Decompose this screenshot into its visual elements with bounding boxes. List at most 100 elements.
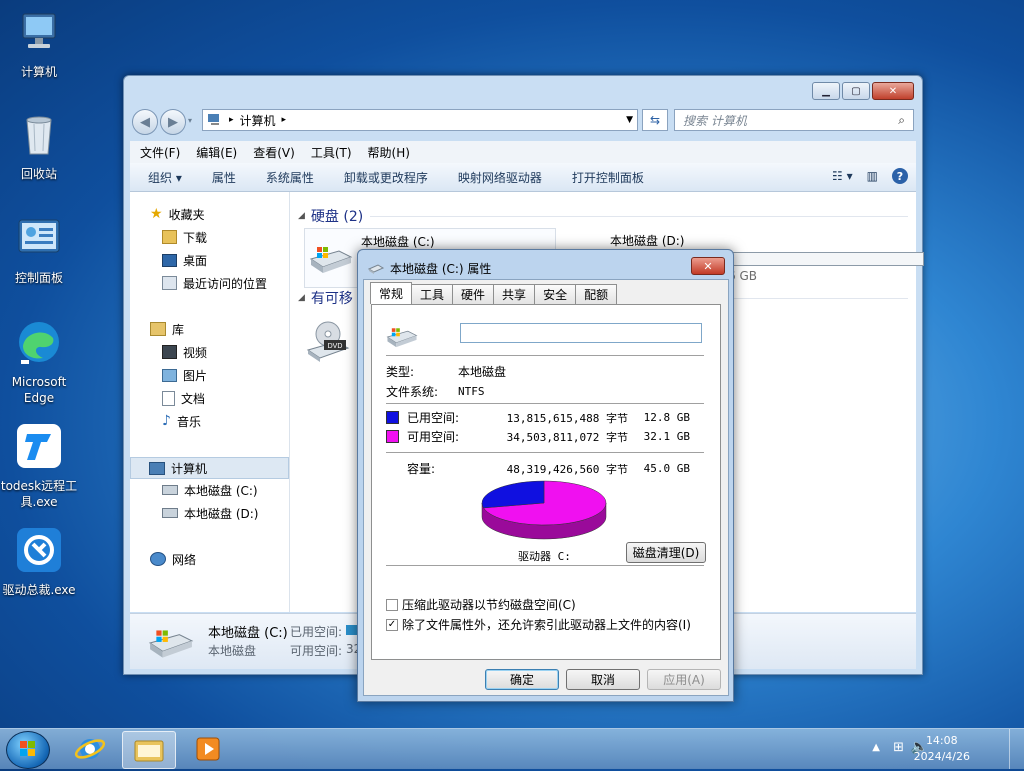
- details-used-label: 已用空间:: [290, 625, 343, 639]
- view-options-icon[interactable]: ☷ ▾: [832, 169, 853, 183]
- desktop-icon-todesk[interactable]: todesk远程工具.exe: [0, 422, 78, 510]
- close-button[interactable]: ✕: [872, 82, 914, 100]
- nav-item-videos[interactable]: 视频: [162, 342, 289, 362]
- filesystem-row: 文件系统: NTFS: [386, 383, 485, 400]
- forward-button[interactable]: ▶: [160, 109, 186, 135]
- organize-button[interactable]: 组织 ▾: [148, 169, 182, 186]
- menu-tools[interactable]: 工具(T): [311, 144, 352, 161]
- details-name: 本地磁盘 (C:): [208, 626, 288, 641]
- dialog-titlebar[interactable]: 本地磁盘 (C:) 属性: [368, 260, 491, 277]
- nav-label: 视频: [183, 345, 208, 360]
- preview-pane-icon[interactable]: ▥: [867, 169, 878, 183]
- open-control-panel-button[interactable]: 打开控制面板: [572, 169, 644, 186]
- index-checkbox[interactable]: ✓: [386, 618, 398, 631]
- tab-tools[interactable]: 工具: [411, 284, 454, 304]
- dialog-close-button[interactable]: ✕: [691, 257, 725, 275]
- desktop-icon-control-panel[interactable]: 控制面板: [0, 214, 78, 286]
- network-icon: [150, 552, 166, 566]
- recent-places-icon: [162, 276, 177, 290]
- show-hidden-icons[interactable]: ▲: [872, 742, 880, 753]
- nav-item-pictures[interactable]: 图片: [162, 365, 289, 385]
- group-header-hdd[interactable]: ◢ 硬盘 (2): [298, 206, 363, 226]
- tab-sharing[interactable]: 共享: [493, 284, 536, 304]
- tab-hardware[interactable]: 硬件: [452, 284, 495, 304]
- search-input[interactable]: 搜索 计算机 ⌕: [674, 109, 914, 131]
- ok-button[interactable]: 确定: [485, 669, 559, 690]
- system-properties-button[interactable]: 系统属性: [266, 169, 314, 186]
- properties-dialog: 本地磁盘 (C:) 属性 ✕ 常规 工具 硬件 共享 安全 配额 类型: 本地磁…: [357, 249, 734, 702]
- desktop-icon-driver-tool[interactable]: 驱动总裁.exe: [0, 526, 78, 598]
- free-space-label: 可用空间:: [407, 430, 460, 444]
- nav-item-downloads[interactable]: 下载: [162, 227, 289, 247]
- free-space-swatch: [386, 430, 399, 443]
- minimize-button[interactable]: ▁: [812, 82, 840, 100]
- recent-pages-icon[interactable]: ▾: [188, 116, 192, 125]
- index-option-row[interactable]: ✓ 除了文件属性外，还允许索引此驱动器上文件的内容(I): [386, 616, 691, 633]
- nav-item-music[interactable]: ♪ 音乐: [162, 411, 289, 431]
- nav-network[interactable]: 网络: [150, 549, 289, 569]
- group-title: 有可移: [310, 291, 353, 307]
- breadcrumb-computer[interactable]: 计算机: [240, 112, 276, 129]
- view-controls: ☷ ▾ ▥ ?: [832, 168, 908, 184]
- nav-favorites[interactable]: ★ 收藏夹: [150, 204, 289, 224]
- tab-security[interactable]: 安全: [534, 284, 577, 304]
- desktop-icon-edge[interactable]: Microsoft Edge: [0, 318, 78, 406]
- collapse-icon: ◢: [298, 211, 305, 221]
- nav-item-desktop[interactable]: 桌面: [162, 250, 289, 270]
- windows-logo-icon: [20, 741, 35, 756]
- nav-item-recent[interactable]: 最近访问的位置: [162, 273, 289, 293]
- hard-drive-windows-icon: [386, 328, 418, 348]
- compress-option-row[interactable]: 压缩此驱动器以节约磁盘空间(C): [386, 596, 576, 613]
- media-player-icon: [196, 737, 220, 761]
- capacity-size: 45.0 GB: [643, 462, 690, 475]
- free-space-bytes: 34,503,811,072 字节: [506, 430, 628, 444]
- tab-general[interactable]: 常规: [370, 282, 413, 304]
- menu-view[interactable]: 查看(V): [253, 144, 295, 161]
- desktop-icon-label: 回收站: [20, 167, 57, 181]
- maximize-button[interactable]: ▢: [842, 82, 870, 100]
- menu-help[interactable]: 帮助(H): [368, 144, 410, 161]
- help-icon[interactable]: ?: [892, 168, 908, 184]
- internet-explorer-icon: [74, 739, 106, 759]
- chevron-down-icon[interactable]: ▼: [626, 115, 633, 125]
- apply-button[interactable]: 应用(A): [647, 669, 721, 690]
- general-tab-panel: 类型: 本地磁盘 文件系统: NTFS 已用空间: 13,815,615,488…: [371, 304, 721, 660]
- compress-checkbox[interactable]: [386, 598, 398, 611]
- drive-d-name[interactable]: 本地磁盘 (D:): [610, 232, 684, 249]
- map-network-drive-button[interactable]: 映射网络驱动器: [458, 169, 542, 186]
- back-button[interactable]: ◀: [132, 109, 158, 135]
- menu-file[interactable]: 文件(F): [140, 144, 180, 161]
- nav-label: 下载: [183, 230, 208, 245]
- navigation-pane: ★ 收藏夹 下载 桌面 最近访问的位置 库 视频 图片 文档 ♪ 音乐 计算机 …: [130, 192, 290, 612]
- taskbar-ie[interactable]: [64, 731, 116, 767]
- tab-quota[interactable]: 配额: [575, 284, 618, 304]
- menu-edit[interactable]: 编辑(E): [196, 144, 237, 161]
- uninstall-button[interactable]: 卸载或更改程序: [344, 169, 428, 186]
- dialog-title: 本地磁盘 (C:) 属性: [390, 262, 492, 276]
- used-space-label: 已用空间:: [407, 411, 460, 425]
- refresh-icon: ⇆: [649, 113, 661, 127]
- address-bar[interactable]: ▸ 计算机 ▸ ▼: [202, 109, 638, 131]
- start-button[interactable]: [6, 731, 50, 769]
- nav-item-drive-c[interactable]: 本地磁盘 (C:): [162, 480, 289, 500]
- nav-item-drive-d[interactable]: 本地磁盘 (D:): [162, 503, 289, 523]
- show-desktop-button[interactable]: [1009, 729, 1024, 769]
- nav-computer[interactable]: 计算机: [130, 457, 289, 479]
- disk-cleanup-button[interactable]: 磁盘清理(D): [626, 542, 706, 563]
- nav-item-documents[interactable]: 文档: [162, 388, 289, 408]
- refresh-button[interactable]: ⇆: [642, 109, 668, 131]
- cancel-button[interactable]: 取消: [566, 669, 640, 690]
- desktop-icon-recycle-bin[interactable]: 回收站: [0, 110, 78, 182]
- nav-libraries[interactable]: 库: [150, 319, 289, 339]
- command-bar: 组织 ▾ 属性 系统属性 卸载或更改程序 映射网络驱动器 打开控制面板 ☷ ▾ …: [130, 163, 916, 192]
- properties-button[interactable]: 属性: [212, 169, 236, 186]
- desktop-icon-computer[interactable]: 计算机: [0, 8, 78, 80]
- drive-letter-row: 驱动器 C:: [518, 548, 571, 564]
- clock[interactable]: 14:08 2024/4/26: [914, 733, 970, 765]
- taskbar-media-player[interactable]: [182, 731, 234, 767]
- group-header-removable[interactable]: ◢ 有可移: [298, 288, 353, 308]
- volume-label-input[interactable]: [460, 323, 702, 343]
- network-status-icon[interactable]: ⊞: [893, 740, 904, 755]
- dvd-drive-icon[interactable]: DVD: [306, 320, 350, 364]
- taskbar-explorer[interactable]: [122, 731, 176, 769]
